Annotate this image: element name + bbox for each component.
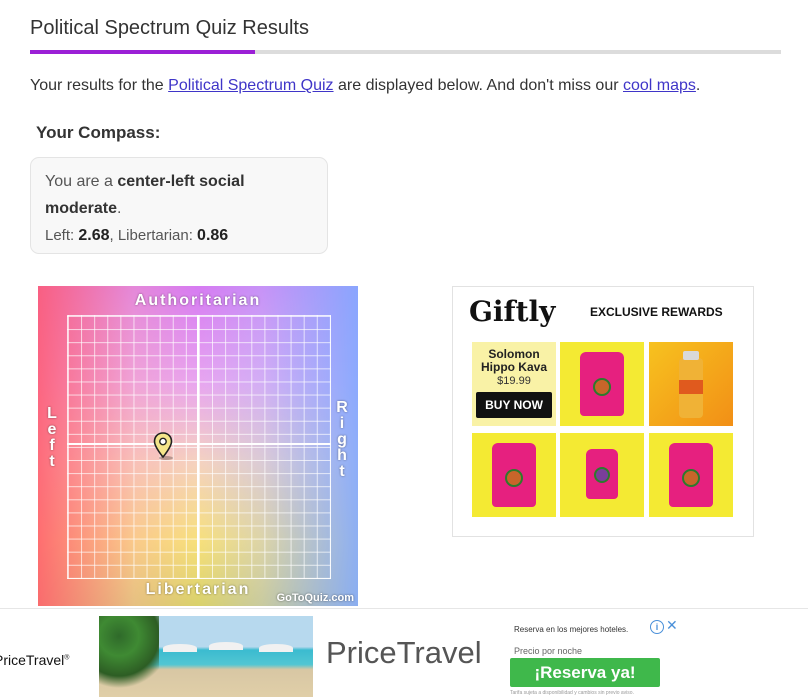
vertical-label-letter: L bbox=[47, 405, 59, 422]
pricetravel-left-logo: PriceTravel® bbox=[0, 652, 70, 668]
kava-bag-image bbox=[580, 352, 624, 416]
libertarian-score-label: , Libertarian: bbox=[109, 227, 198, 244]
intro-middle: are displayed below. And don't miss our bbox=[333, 77, 623, 94]
vertical-label-letter: i bbox=[339, 415, 347, 432]
gotoquiz-watermark: GoToQuiz.com bbox=[276, 592, 354, 604]
exclusive-rewards-text: EXCLUSIVE REWARDS bbox=[590, 305, 723, 319]
vertical-label-letter: e bbox=[47, 421, 59, 438]
pricetravel-ad[interactable]: PriceTravel® PriceTravel Reserva en los … bbox=[0, 614, 808, 697]
pricetravel-fine-print: Tarifa sujeta a disponibilidad y cambios… bbox=[510, 690, 634, 696]
palm-tree bbox=[99, 616, 159, 697]
cool-maps-link[interactable]: cool maps bbox=[623, 77, 696, 94]
reserve-now-button[interactable]: ¡Reserva ya! bbox=[510, 658, 660, 687]
location-marker-icon bbox=[153, 432, 173, 460]
compass-heading: Your Compass: bbox=[36, 123, 161, 142]
compass-axis-horizontal bbox=[67, 443, 331, 445]
vertical-label-letter: g bbox=[337, 431, 349, 448]
product-tile[interactable] bbox=[560, 433, 644, 517]
kava-bottle-image bbox=[679, 351, 703, 418]
title-underline-accent bbox=[30, 50, 255, 54]
result-summary: You are a center-left social moderate. bbox=[45, 168, 313, 222]
giftly-logo: Giftly bbox=[469, 295, 556, 328]
result-box: You are a center-left social moderate. L… bbox=[30, 157, 328, 254]
intro-text: Your results for the Political Spectrum … bbox=[30, 77, 700, 95]
pricetravel-logo: PriceTravel bbox=[326, 635, 482, 670]
umbrella bbox=[259, 644, 293, 652]
info-icon[interactable]: i bbox=[650, 620, 664, 634]
result-scores: Left: 2.68, Libertarian: 0.86 bbox=[45, 223, 313, 249]
product-tile[interactable] bbox=[649, 433, 733, 517]
bottom-ad-separator bbox=[0, 608, 808, 609]
intro-prefix: Your results for the bbox=[30, 77, 169, 94]
giftly-ad[interactable]: Giftly EXCLUSIVE REWARDS Solomon Hippo K… bbox=[452, 286, 754, 537]
kava-bag-image bbox=[669, 443, 713, 507]
result-period: . bbox=[117, 200, 122, 217]
page-title: Political Spectrum Quiz Results bbox=[30, 17, 309, 39]
kava-bag-image bbox=[586, 449, 618, 499]
buy-now-button[interactable]: BUY NOW bbox=[476, 392, 552, 418]
beach-photo bbox=[99, 616, 313, 697]
kava-bag-image bbox=[492, 443, 536, 507]
vertical-label-letter: t bbox=[339, 463, 347, 480]
product-tile[interactable] bbox=[560, 342, 644, 426]
result-prefix: You are a bbox=[45, 173, 118, 190]
product-tile[interactable] bbox=[649, 342, 733, 426]
product-info-tile: Solomon Hippo Kava $19.99 BUY NOW bbox=[472, 342, 556, 426]
left-score-label: Left: bbox=[45, 227, 79, 244]
compass-axis-vertical bbox=[197, 315, 199, 579]
product-name: Solomon Hippo Kava bbox=[480, 347, 547, 374]
vertical-label-letter: R bbox=[336, 399, 350, 416]
vertical-label-letter: f bbox=[49, 437, 57, 454]
left-label: Left bbox=[46, 406, 60, 470]
pricetravel-night-price: Precio por noche bbox=[514, 646, 583, 656]
close-icon[interactable]: ✕ bbox=[666, 617, 678, 634]
authoritarian-label: Authoritarian bbox=[134, 292, 262, 309]
political-compass-image: Authoritarian Libertarian Left Right GoT… bbox=[38, 286, 358, 606]
left-score-value: 2.68 bbox=[78, 227, 110, 244]
compass-grid bbox=[67, 315, 331, 579]
pricetravel-promo-text: Reserva en los mejores hoteles. bbox=[514, 625, 629, 634]
right-label: Right bbox=[336, 400, 350, 480]
umbrella bbox=[209, 642, 243, 650]
vertical-label-letter: t bbox=[49, 453, 57, 470]
product-tile[interactable] bbox=[472, 433, 556, 517]
quiz-link[interactable]: Political Spectrum Quiz bbox=[168, 77, 333, 94]
intro-suffix: . bbox=[695, 77, 701, 94]
libertarian-score-value: 0.86 bbox=[197, 227, 229, 244]
vertical-label-letter: h bbox=[337, 447, 349, 464]
umbrella bbox=[163, 644, 197, 652]
product-price: $19.99 bbox=[497, 375, 531, 387]
